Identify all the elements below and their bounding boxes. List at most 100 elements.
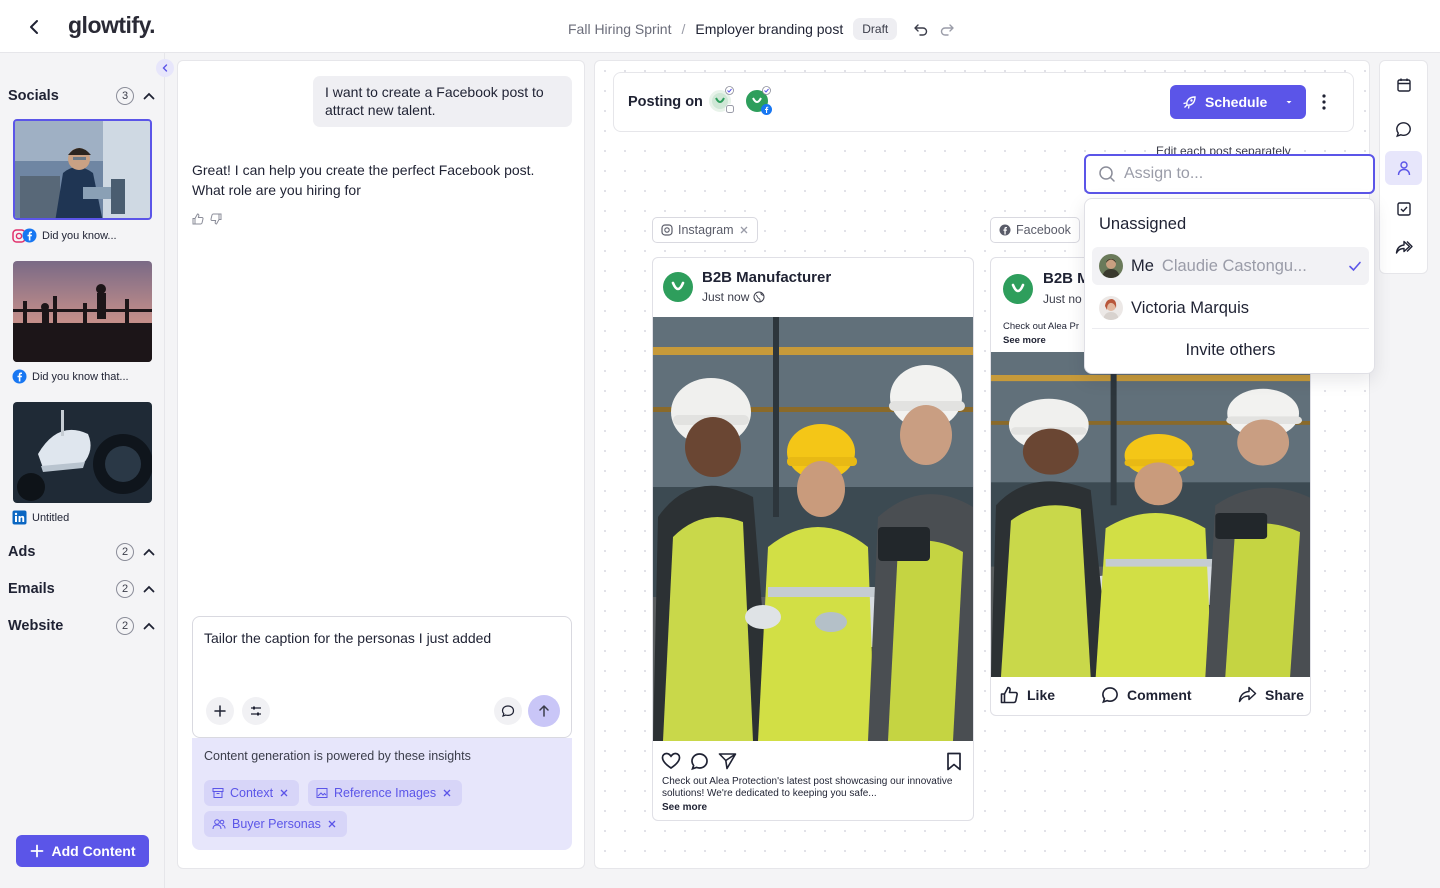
content-item-2[interactable]: Did you know that... <box>12 369 129 384</box>
add-content-button[interactable]: Add Content <box>16 835 149 867</box>
plus-icon <box>30 844 44 858</box>
tasks-button[interactable] <box>1385 192 1422 226</box>
like-heart-icon[interactable] <box>661 752 681 770</box>
share-all-button[interactable] <box>1385 231 1422 265</box>
invite-others-button[interactable]: Invite others <box>1092 331 1369 369</box>
section-title: Website <box>8 618 64 634</box>
breadcrumb-project[interactable]: Fall Hiring Sprint <box>568 21 671 37</box>
avatar <box>1099 296 1123 320</box>
thumbs-up-icon <box>1000 686 1019 704</box>
send-share-icon[interactable] <box>718 752 737 770</box>
breadcrumb-separator: / <box>681 21 686 37</box>
insight-chip-context[interactable]: Context <box>204 780 300 806</box>
assignee-option-unassigned[interactable]: Unassigned <box>1092 205 1369 243</box>
breadcrumb-page: Employer branding post <box>695 21 844 37</box>
see-more-link[interactable]: See more <box>1003 335 1046 346</box>
option-label: Victoria Marquis <box>1131 298 1249 317</box>
facebook-icon <box>22 228 37 243</box>
section-ads[interactable]: Ads 2 <box>8 542 156 562</box>
archive-icon <box>212 787 224 799</box>
checkmark-icon <box>1348 259 1362 273</box>
assign-search-input[interactable] <box>1124 165 1354 183</box>
content-item-1[interactable]: Did you know... <box>12 228 117 243</box>
insight-chip-buyer-personas[interactable]: Buyer Personas <box>204 811 347 837</box>
facebook-icon <box>12 369 27 384</box>
search-icon <box>1098 165 1116 183</box>
platform-tag-instagram[interactable]: Instagram <box>652 217 758 243</box>
thumbs-down-icon[interactable] <box>210 213 222 225</box>
post-timestamp: Just now <box>702 290 765 304</box>
assign-search-field[interactable] <box>1084 154 1375 194</box>
instagram-badge-icon <box>725 104 735 114</box>
thumbs-up-icon[interactable] <box>192 213 204 225</box>
content-thumbnail-1[interactable] <box>13 119 152 220</box>
comments-button[interactable] <box>1385 112 1422 146</box>
chevron-up-icon[interactable] <box>142 619 156 633</box>
see-more-link[interactable]: See more <box>662 802 707 813</box>
composer-input[interactable]: Tailor the caption for the personas I ju… <box>204 630 491 646</box>
section-count: 2 <box>116 543 134 561</box>
facebook-like-button[interactable]: Like <box>1000 686 1055 704</box>
share-all-icon <box>1395 240 1413 256</box>
settings-button[interactable] <box>242 697 270 725</box>
section-title: Emails <box>8 581 55 597</box>
sliders-icon <box>249 704 263 718</box>
assign-button[interactable] <box>1385 151 1422 185</box>
assignee-dropdown: Unassigned Me Claudie Castongu... Victor… <box>1084 198 1375 374</box>
facebook-share-button[interactable]: Share <box>1238 686 1304 703</box>
section-count: 3 <box>116 87 134 105</box>
section-website[interactable]: Website 2 <box>8 616 156 636</box>
close-icon[interactable] <box>739 225 749 235</box>
bookmark-icon[interactable] <box>946 752 962 771</box>
remove-chip-icon[interactable] <box>279 788 289 798</box>
facebook-badge-icon <box>761 104 772 115</box>
brand-logo <box>1003 274 1033 304</box>
post-image <box>653 317 973 741</box>
content-caption: Untitled <box>32 511 70 524</box>
comment-icon[interactable] <box>690 752 709 771</box>
schedule-button[interactable]: Schedule <box>1170 85 1306 119</box>
check-badge-icon <box>762 86 771 95</box>
assignee-option-victoria[interactable]: Victoria Marquis <box>1092 289 1369 327</box>
assignee-option-me[interactable]: Me Claudie Castongu... <box>1092 247 1369 285</box>
comment-icon <box>1101 686 1119 704</box>
remove-chip-icon[interactable] <box>327 819 337 829</box>
like-label: Like <box>1027 687 1056 703</box>
calendar-button[interactable] <box>1385 68 1422 102</box>
platform-tag-facebook[interactable]: Facebook <box>990 217 1080 243</box>
post-time-text: Just now <box>702 290 750 304</box>
section-emails[interactable]: Emails 2 <box>8 579 156 599</box>
content-thumbnail-2[interactable] <box>13 261 152 362</box>
app-logo[interactable]: glowtify. <box>68 12 156 39</box>
remove-chip-icon[interactable] <box>442 788 452 798</box>
redo-icon[interactable] <box>939 21 955 37</box>
users-icon <box>212 818 226 830</box>
facebook-icon <box>999 224 1011 236</box>
chat-mode-button[interactable] <box>494 697 522 725</box>
caret-down-icon[interactable] <box>1284 97 1294 107</box>
content-thumbnail-3[interactable] <box>13 402 152 503</box>
insight-chip-reference-images[interactable]: Reference Images <box>308 780 463 806</box>
post-caption: Check out Alea Pr <box>1003 321 1080 332</box>
schedule-label: Schedule <box>1205 94 1268 110</box>
more-options-icon[interactable] <box>1314 90 1334 114</box>
option-sublabel: Claudie Castongu... <box>1161 256 1307 275</box>
user-icon <box>1396 160 1412 176</box>
chevron-up-icon[interactable] <box>142 582 156 596</box>
chevron-up-icon[interactable] <box>142 89 156 103</box>
option-label: Me <box>1131 256 1154 275</box>
content-item-3[interactable]: Untitled <box>12 510 69 525</box>
section-count: 2 <box>116 580 134 598</box>
calendar-icon <box>1396 77 1412 93</box>
back-arrow-icon[interactable] <box>22 15 46 39</box>
undo-icon[interactable] <box>913 21 929 37</box>
facebook-comment-button[interactable]: Comment <box>1101 686 1192 704</box>
add-attachment-button[interactable] <box>206 697 234 725</box>
platform-tag-label: Instagram <box>678 223 734 237</box>
chevron-up-icon[interactable] <box>142 545 156 559</box>
chip-label: Context <box>230 786 274 800</box>
collapse-sidebar-icon[interactable] <box>156 59 174 77</box>
section-socials[interactable]: Socials 3 <box>8 86 156 106</box>
post-account-name: B2B Manufacturer <box>702 269 832 286</box>
send-button[interactable] <box>528 695 560 727</box>
